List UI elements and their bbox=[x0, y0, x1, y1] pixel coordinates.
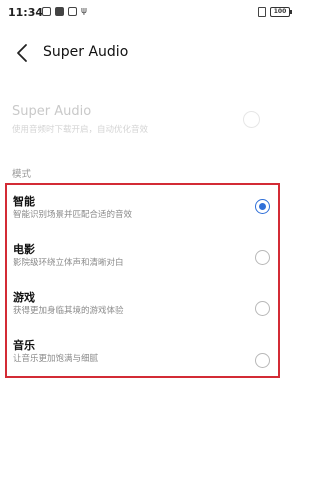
usb-icon: ψ bbox=[81, 6, 87, 16]
super-audio-radio[interactable] bbox=[243, 111, 260, 128]
status-right: 100 bbox=[258, 7, 292, 17]
status-bar: 11:34 ψ 100 bbox=[0, 0, 300, 26]
mode-list: 智能 智能识别场景并匹配合适的音效 电影 影院级环绕立体声和清晰对白 游戏 获得… bbox=[5, 183, 280, 378]
mode-option-game[interactable]: 游戏 获得更加身临其境的游戏体验 bbox=[7, 281, 278, 329]
back-arrow-icon bbox=[17, 44, 27, 62]
super-audio-screen: 11:34 ψ 100 Super Audio Super Audio 使用音频… bbox=[0, 0, 300, 501]
mode-radio[interactable] bbox=[255, 301, 270, 316]
notification-icon bbox=[68, 7, 77, 16]
notification-icons: ψ bbox=[42, 7, 88, 16]
back-button[interactable] bbox=[10, 40, 36, 66]
super-audio-toggle-row[interactable]: Super Audio 使用音频时下载开启，自动优化音效 bbox=[0, 100, 300, 140]
mode-description: 影院级环绕立体声和清晰对白 bbox=[13, 258, 124, 268]
header: Super Audio bbox=[0, 38, 300, 68]
notification-icon bbox=[55, 7, 64, 16]
mode-name: 电影 bbox=[13, 243, 35, 256]
sim-icon bbox=[258, 7, 266, 17]
mode-description: 让音乐更加饱满与细腻 bbox=[13, 354, 99, 364]
mode-option-smart[interactable]: 智能 智能识别场景并匹配合适的音效 bbox=[7, 185, 278, 233]
mode-name: 游戏 bbox=[13, 291, 35, 304]
mode-option-music[interactable]: 音乐 让音乐更加饱满与细腻 bbox=[7, 329, 278, 377]
mode-radio-selected[interactable] bbox=[255, 199, 270, 214]
battery-icon: 100 bbox=[270, 7, 292, 17]
mode-name: 智能 bbox=[13, 195, 35, 208]
mode-radio[interactable] bbox=[255, 353, 270, 368]
mode-name: 音乐 bbox=[13, 339, 35, 352]
mode-option-movie[interactable]: 电影 影院级环绕立体声和清晰对白 bbox=[7, 233, 278, 281]
mode-description: 获得更加身临其境的游戏体验 bbox=[13, 306, 124, 316]
mode-section-label: 模式 bbox=[12, 169, 32, 180]
status-time: 11:34 bbox=[8, 6, 44, 19]
page-title: Super Audio bbox=[43, 44, 129, 60]
notification-icon bbox=[42, 7, 51, 16]
super-audio-description: 使用音频时下载开启，自动优化音效 bbox=[12, 125, 149, 135]
mode-description: 智能识别场景并匹配合适的音效 bbox=[13, 210, 133, 220]
mode-radio[interactable] bbox=[255, 250, 270, 265]
super-audio-title: Super Audio bbox=[12, 104, 92, 119]
